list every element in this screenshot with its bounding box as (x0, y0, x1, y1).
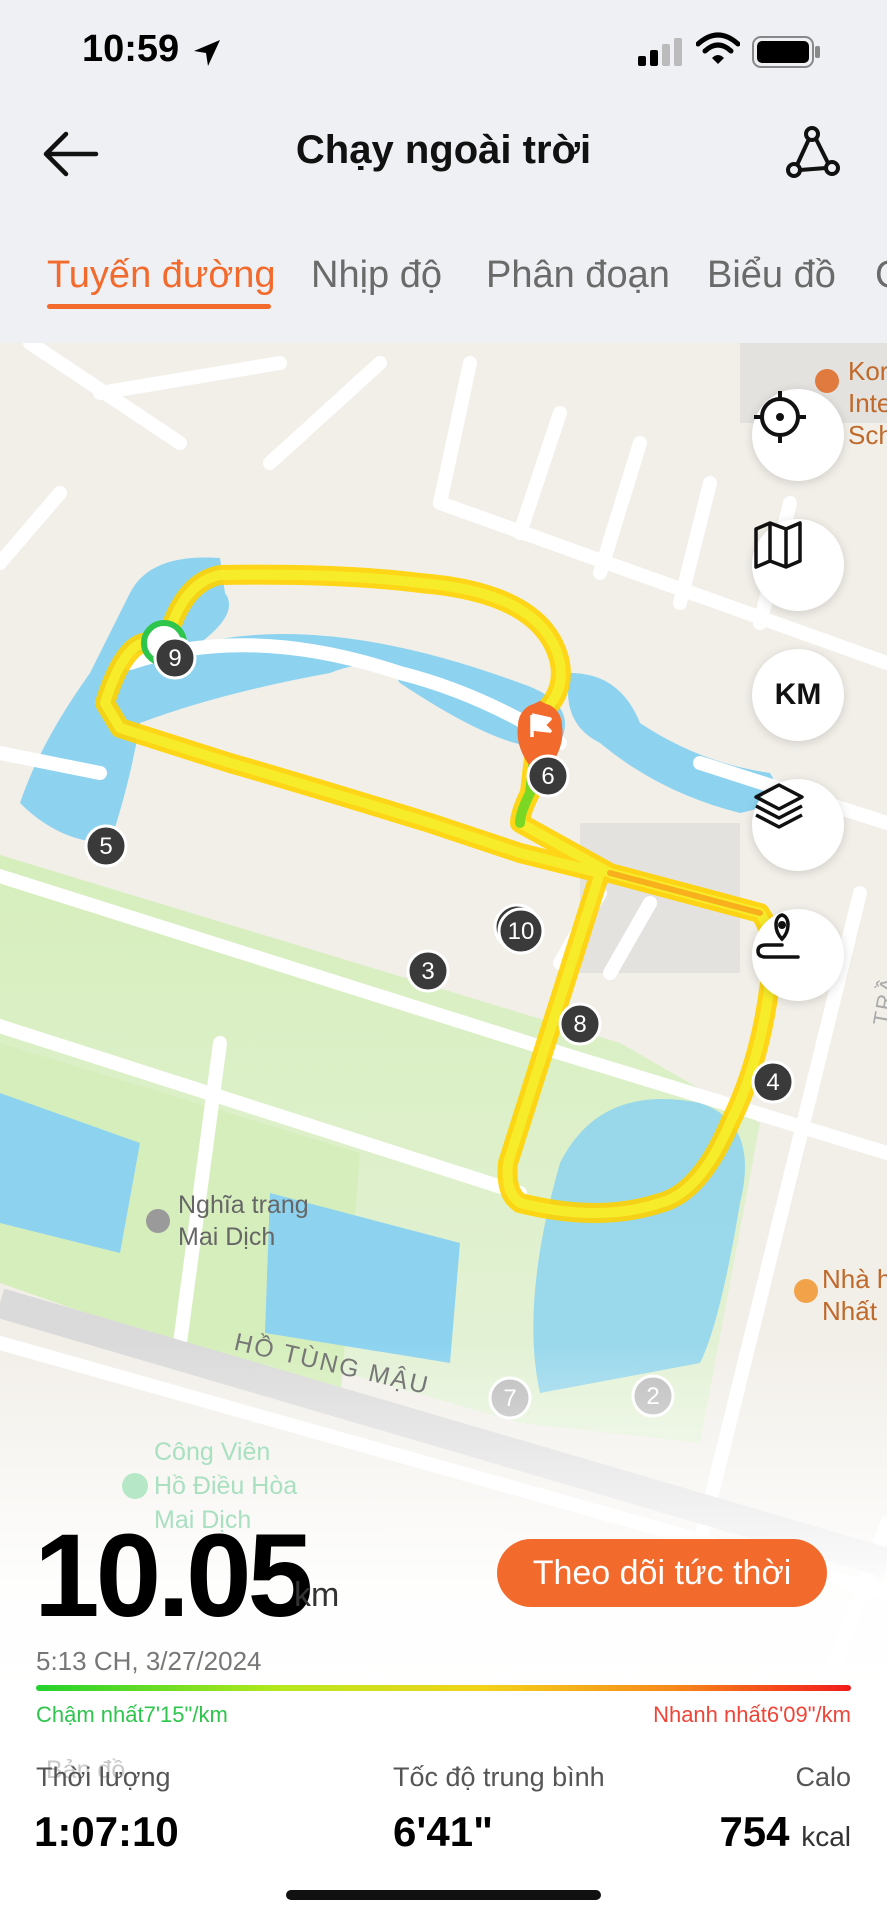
restaurant-icon (794, 1279, 818, 1303)
active-tab-indicator (47, 304, 271, 309)
tab-segments[interactable]: Phân đoạn (486, 254, 670, 297)
calories-unit: kcal (801, 1821, 851, 1852)
units-button[interactable]: KM (752, 649, 844, 741)
route-share-icon[interactable] (782, 122, 842, 182)
tab-pace[interactable]: Nhịp độ (311, 254, 442, 297)
route-map[interactable]: 9 6 5 10 3 8 4 7 2 Kor Inte Sch Nhà h Nh… (0, 343, 887, 1920)
km-marker-3: 3 (406, 949, 450, 993)
cemetery-icon (146, 1209, 170, 1233)
svg-text:4: 4 (766, 1069, 779, 1096)
place-cemetery-label: Nghĩa trang Mai Dịch (178, 1191, 309, 1251)
route-pin-icon (756, 913, 800, 959)
fastest-pace: Nhanh nhất6'09"/km (653, 1702, 851, 1727)
km-marker-4: 4 (751, 1060, 795, 1104)
km-marker-9: 9 (153, 636, 197, 680)
calories-value: 754 (719, 1808, 790, 1855)
status-time: 10:59 (82, 28, 180, 70)
units-label: KM (774, 678, 822, 711)
pace-gradient-bar (36, 1685, 851, 1691)
battery-icon (752, 36, 820, 68)
location-arrow-icon (194, 40, 220, 66)
poi-restaurant-label: Nhà h Nhất (822, 1264, 887, 1326)
km-marker-8: 8 (558, 1002, 602, 1046)
poi-school-label: Kor Inte Sch (848, 356, 887, 450)
svg-text:8: 8 (573, 1011, 586, 1038)
avg-pace-label: Tốc độ trung bình (393, 1762, 605, 1792)
slowest-pace: Chậm nhất7'15"/km (36, 1702, 228, 1727)
map-icon (754, 521, 802, 569)
wifi-icon (696, 32, 740, 64)
page-title: Chạy ngoài trời (295, 128, 592, 172)
tab-more-partial[interactable]: C (875, 254, 887, 297)
locate-icon (754, 391, 806, 443)
home-indicator[interactable] (286, 1890, 601, 1900)
cellular-signal-icon (638, 38, 682, 66)
svg-text:6: 6 (541, 763, 554, 790)
svg-text:9: 9 (168, 645, 181, 672)
svg-text:10: 10 (508, 918, 535, 945)
tab-route[interactable]: Tuyến đường (47, 254, 276, 297)
layers-icon (754, 783, 804, 829)
tab-charts[interactable]: Biểu đồ (707, 254, 836, 297)
km-marker-10: 10 (493, 903, 545, 955)
duration-value: 1:07:10 (34, 1808, 179, 1855)
map-type-button[interactable] (752, 519, 844, 611)
route-point-button[interactable] (752, 909, 844, 1001)
park-icon (122, 1473, 148, 1499)
avg-pace-value: 6'41" (393, 1808, 493, 1855)
distance-value: 10.05 (34, 1510, 313, 1642)
school-icon (815, 369, 839, 393)
recenter-button[interactable] (752, 389, 844, 481)
km-marker-5: 5 (84, 824, 128, 868)
duration-label: Thời lượng (36, 1762, 171, 1792)
calories-block: 754 kcal (719, 1808, 851, 1856)
distance-unit: km (294, 1576, 340, 1614)
km-marker-6: 6 (526, 754, 570, 798)
svg-text:5: 5 (99, 833, 112, 860)
layers-button[interactable] (752, 779, 844, 871)
nav-header: Chạy ngoài trời (0, 100, 887, 200)
status-bar: 10:59 (0, 0, 887, 100)
live-tracking-button[interactable]: Theo dõi tức thời (497, 1539, 827, 1607)
calories-label: Calo (795, 1762, 851, 1792)
activity-datetime: 5:13 CH, 3/27/2024 (36, 1646, 262, 1676)
svg-text:3: 3 (421, 958, 434, 985)
